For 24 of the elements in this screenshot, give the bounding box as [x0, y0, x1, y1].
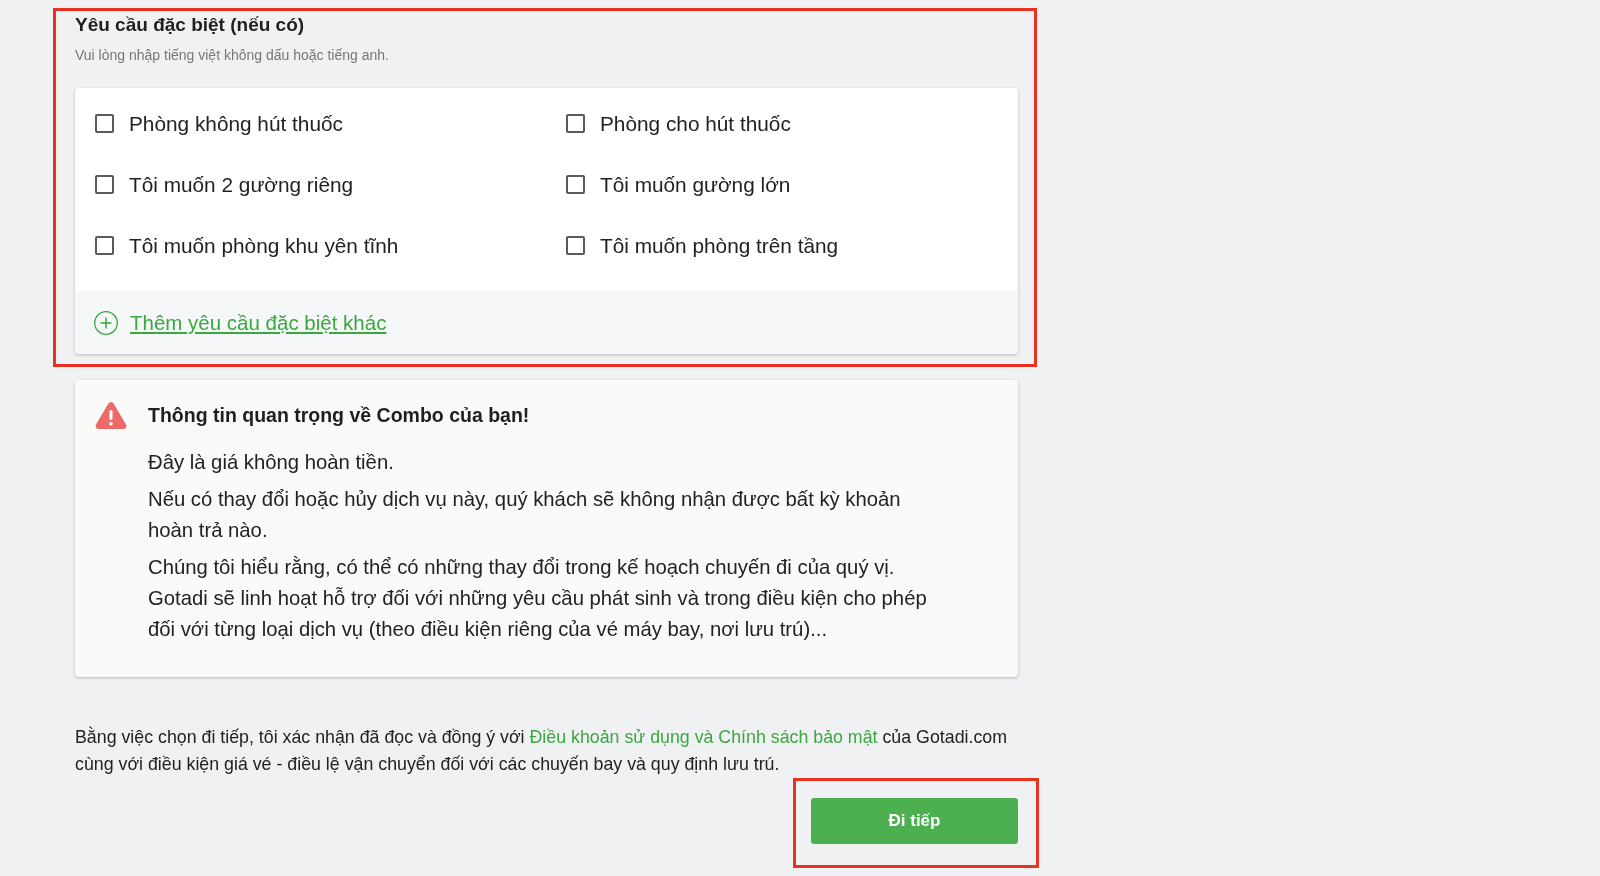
warning-icon: [95, 401, 127, 429]
option-label: Phòng cho hút thuốc: [600, 111, 791, 136]
checkbox[interactable]: [95, 114, 114, 133]
checkbox[interactable]: [566, 175, 585, 194]
notice-paragraph: Chúng tôi hiểu rằng, có thể có những thay đổi trong kế hoạch chuyến đi của quý vị. Gotadi sẽ linh hoạt hỗ trợ đối với những yêu cầu phát sinh và trong điều kiện cho phép đối với từng loại dịch vụ (theo điều kiện riêng của vé máy bay, nơi lưu trú)...: [148, 555, 928, 642]
notice-paragraph: Nếu có thay đổi hoặc hủy dịch vụ này, quý khách sẽ không nhận được bất kỳ khoản hoàn trả nào.: [148, 487, 902, 543]
terms-link[interactable]: Điều khoản sử dụng và Chính sách bảo mật: [529, 727, 878, 747]
plus-circle-icon[interactable]: [94, 310, 118, 335]
section-subtitle: Vui lòng nhập tiếng việt không dấu hoặc tiếng anh.: [75, 46, 390, 64]
option-label: Tôi muốn phòng khu yên tĩnh: [129, 233, 399, 258]
option-label: Phòng không hút thuốc: [129, 111, 343, 136]
notice-title: Thông tin quan trọng về Combo của bạn!: [148, 403, 531, 428]
continue-button[interactable]: Đi tiếp: [811, 798, 1018, 844]
add-request-link[interactable]: Thêm yêu cầu đặc biệt khác: [130, 310, 387, 335]
section-title: Yêu cầu đặc biệt (nếu có): [75, 13, 306, 37]
option-label: Tôi muốn phòng trên tầng: [600, 233, 839, 258]
option-label: Tôi muốn 2 gường riêng: [129, 172, 354, 197]
consent-text: Bằng việc chọn đi tiếp, tôi xác nhận đã đọc và đồng ý với Điều khoản sử dụng và Chính sách bảo mật của Gotadi.com cùng với điều kiện giá vé - điều lệ vận chuyển đối với các chuyến bay và quy định lưu trú.: [75, 725, 1008, 776]
checkbox[interactable]: [566, 114, 585, 133]
notice-paragraph: Đây là giá không hoàn tiền.: [148, 450, 395, 475]
checkbox[interactable]: [95, 236, 114, 255]
option-label: Tôi muốn gường lớn: [600, 172, 791, 197]
checkbox[interactable]: [95, 175, 114, 194]
checkbox[interactable]: [566, 236, 585, 255]
